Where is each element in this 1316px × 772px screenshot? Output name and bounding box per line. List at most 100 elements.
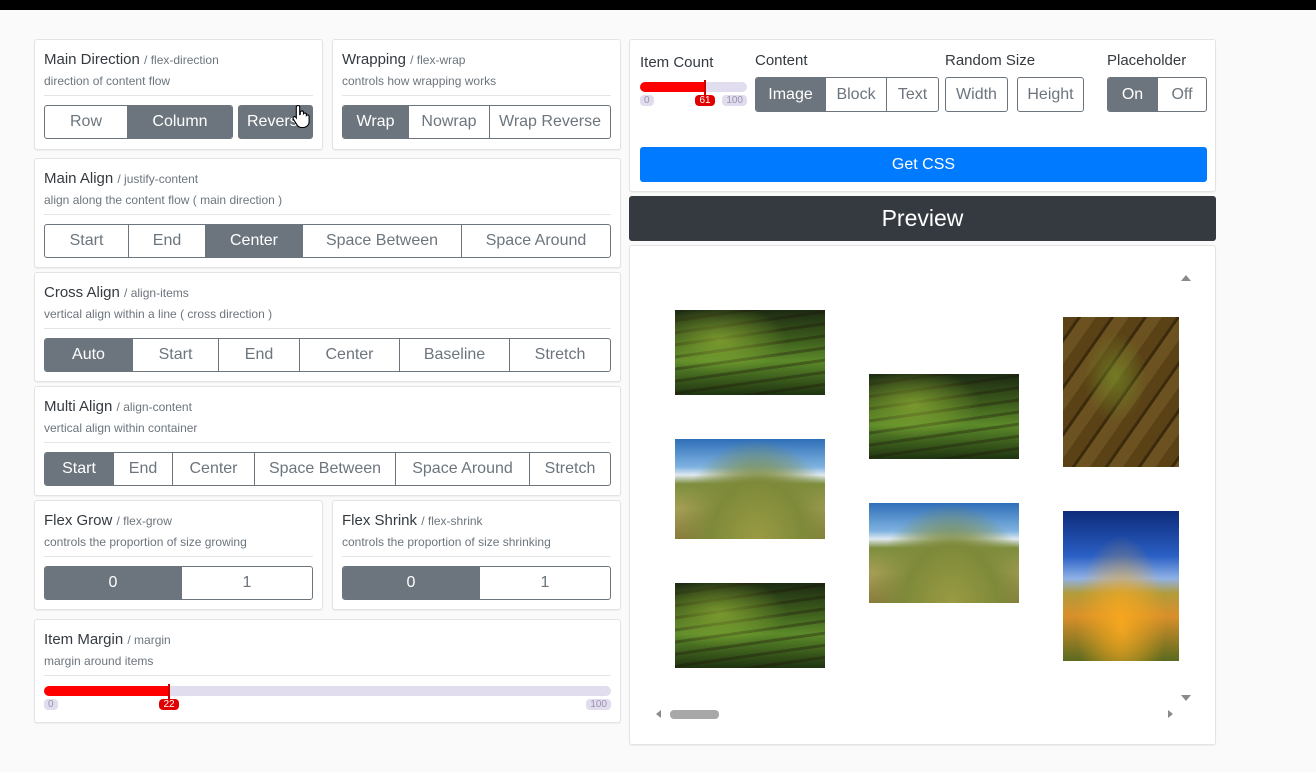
cross-align-button-group: Auto Start End Center Baseline Stretch (44, 338, 611, 372)
slider-fill (640, 82, 705, 92)
main-align-button-group: Start End Center Space Between Space Aro… (44, 224, 611, 258)
divider (44, 675, 611, 676)
justify-start-button[interactable]: Start (45, 225, 128, 257)
flex-grow-card: Flex Grow / flex-grow controls the propo… (34, 500, 323, 610)
justify-end-button[interactable]: End (128, 225, 205, 257)
align-content-stretch-button[interactable]: Stretch (529, 453, 610, 485)
placeholder-on-button[interactable]: On (1108, 78, 1157, 111)
preview-area (629, 245, 1216, 745)
divider (44, 442, 611, 443)
slider-value-label: 61 (695, 95, 715, 106)
justify-center-button[interactable]: Center (205, 225, 302, 257)
slider-min-label: 0 (640, 95, 654, 106)
flex-grow-description: controls the proportion of size growing (44, 535, 247, 549)
slider-max-label: 100 (586, 699, 611, 710)
scroll-right-arrow-icon[interactable] (1168, 710, 1173, 718)
align-content-start-button[interactable]: Start (45, 453, 113, 485)
placeholder-off-button[interactable]: Off (1157, 78, 1206, 111)
flex-grow-button-group: 0 1 (44, 566, 313, 600)
align-items-stretch-button[interactable]: Stretch (509, 339, 610, 371)
options-card: Item Count 0 61 100 Content Image Block … (629, 39, 1216, 192)
item-count-label: Item Count (640, 54, 714, 71)
divider (342, 556, 611, 557)
preview-title: Preview (881, 205, 964, 231)
wrapping-button-group: Wrap Nowrap Wrap Reverse (342, 105, 611, 139)
slider-value-label: 22 (159, 699, 179, 710)
preview-item-image (675, 310, 825, 395)
item-count-slider[interactable]: 0 61 100 (640, 80, 747, 106)
divider (44, 95, 313, 96)
preview-item-image (869, 374, 1019, 459)
item-margin-card: Item Margin / margin margin around items… (34, 619, 621, 723)
main-align-title: Main Align / justify-content (44, 170, 199, 187)
divider (44, 214, 611, 215)
align-items-end-button[interactable]: End (218, 339, 299, 371)
content-image-button[interactable]: Image (756, 78, 825, 111)
flex-shrink-1-button[interactable]: 1 (479, 567, 610, 599)
flex-shrink-description: controls the proportion of size shrinkin… (342, 535, 551, 549)
align-items-center-button[interactable]: Center (299, 339, 399, 371)
main-align-description: align along the content flow ( main dire… (44, 193, 283, 207)
align-content-space-around-button[interactable]: Space Around (395, 453, 529, 485)
divider (44, 556, 313, 557)
scroll-up-arrow-icon[interactable] (1181, 275, 1191, 281)
align-content-end-button[interactable]: End (113, 453, 172, 485)
preview-item-image (869, 503, 1019, 603)
preview-item-image (1063, 511, 1179, 661)
align-items-auto-button[interactable]: Auto (45, 339, 132, 371)
scroll-left-arrow-icon[interactable] (656, 710, 661, 718)
direction-column-button[interactable]: Column (127, 106, 232, 138)
preview-item-image (1063, 317, 1179, 467)
divider (342, 95, 611, 96)
wrap-button[interactable]: Wrap (343, 106, 408, 138)
hand-pointer-icon (292, 104, 310, 128)
multi-align-button-group: Start End Center Space Between Space Aro… (44, 452, 611, 486)
flex-grow-title: Flex Grow / flex-grow (44, 512, 172, 529)
main-direction-description: direction of content flow (44, 74, 171, 88)
justify-space-between-button[interactable]: Space Between (302, 225, 461, 257)
align-items-baseline-button[interactable]: Baseline (399, 339, 509, 371)
top-bar (0, 0, 1316, 10)
direction-row-button[interactable]: Row (45, 106, 127, 138)
main-direction-title: Main Direction / flex-direction (44, 51, 219, 68)
placeholder-label: Placeholder (1107, 52, 1187, 69)
nowrap-button[interactable]: Nowrap (408, 106, 489, 138)
align-items-start-button[interactable]: Start (132, 339, 218, 371)
slider-min-label: 0 (44, 699, 58, 710)
wrapping-card: Wrapping / flex-wrap controls how wrappi… (332, 39, 621, 150)
wrapping-description: controls how wrapping works (342, 74, 497, 88)
random-width-button[interactable]: Width (945, 77, 1008, 112)
slider-max-label: 100 (722, 95, 747, 106)
wrap-reverse-button[interactable]: Wrap Reverse (489, 106, 610, 138)
horizontal-scrollbar-thumb[interactable] (670, 710, 719, 719)
content-block-button[interactable]: Block (825, 78, 886, 111)
multi-align-title: Multi Align / align-content (44, 398, 192, 415)
flex-shrink-title: Flex Shrink / flex-shrink (342, 512, 483, 529)
flex-shrink-0-button[interactable]: 0 (343, 567, 479, 599)
content-text-button[interactable]: Text (886, 78, 938, 111)
cross-align-title: Cross Align / align-items (44, 284, 189, 301)
get-css-button[interactable]: Get CSS (640, 147, 1207, 182)
flex-grow-0-button[interactable]: 0 (45, 567, 181, 599)
content-button-group: Image Block Text (755, 77, 939, 112)
main-direction-button-group: Row Column (44, 105, 233, 139)
flex-grow-1-button[interactable]: 1 (181, 567, 312, 599)
main-align-card: Main Align / justify-content align along… (34, 158, 621, 268)
preview-header: Preview (629, 196, 1216, 241)
multi-align-card: Multi Align / align-content vertical ali… (34, 386, 621, 496)
divider (44, 328, 611, 329)
wrapping-title: Wrapping / flex-wrap (342, 51, 466, 68)
cross-align-description: vertical align within a line ( cross dir… (44, 307, 273, 321)
justify-space-around-button[interactable]: Space Around (461, 225, 610, 257)
align-content-space-between-button[interactable]: Space Between (254, 453, 395, 485)
slider-handle[interactable] (168, 684, 170, 700)
item-margin-title: Item Margin / margin (44, 631, 171, 648)
main-direction-card: Main Direction / flex-direction directio… (34, 39, 323, 150)
slider-fill (44, 686, 169, 696)
slider-handle[interactable] (704, 80, 706, 96)
scroll-down-arrow-icon[interactable] (1181, 695, 1191, 701)
multi-align-description: vertical align within container (44, 421, 198, 435)
random-height-button[interactable]: Height (1017, 77, 1084, 112)
align-content-center-button[interactable]: Center (172, 453, 254, 485)
item-margin-slider[interactable]: 0 22 100 (44, 684, 611, 710)
